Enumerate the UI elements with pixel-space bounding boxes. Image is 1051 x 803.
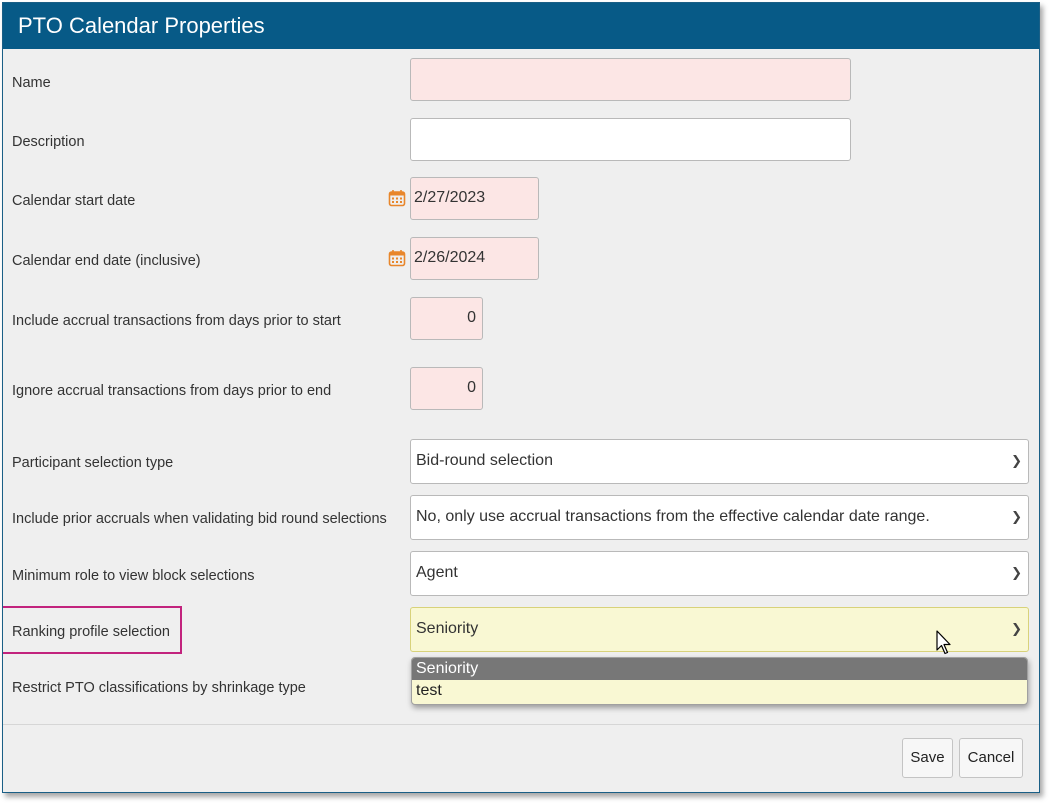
mouse-pointer-icon [936, 630, 952, 661]
end-date-input[interactable]: 2/26/2024 [410, 237, 539, 280]
min-role-value: Agent [416, 564, 458, 581]
dropdown-option-seniority[interactable]: Seniority [412, 658, 1027, 680]
participant-type-select[interactable]: Bid-round selection ❯ [410, 439, 1029, 484]
description-label: Description [12, 134, 85, 150]
name-label: Name [12, 75, 51, 91]
start-date-input[interactable]: 2/27/2023 [410, 177, 539, 220]
participant-type-label: Participant selection type [12, 455, 174, 471]
pto-calendar-properties-dialog: PTO Calendar Properties Name Description… [2, 2, 1040, 793]
prior-accruals-select[interactable]: No, only use accrual transactions from t… [410, 495, 1029, 540]
min-role-select[interactable]: Agent ❯ [410, 551, 1029, 596]
chevron-down-icon: ❯ [1011, 565, 1022, 580]
start-date-label: Calendar start date [12, 193, 136, 209]
name-input[interactable] [410, 58, 851, 101]
dialog-title: PTO Calendar Properties [3, 3, 1039, 49]
min-role-label: Minimum role to view block selections [12, 568, 255, 584]
ranking-profile-value: Seniority [416, 620, 479, 637]
accrual-prior-end-input[interactable]: 0 [410, 367, 483, 410]
description-input[interactable] [410, 118, 851, 161]
end-date-label: Calendar end date (inclusive) [12, 253, 201, 269]
ranking-profile-label: Ranking profile selection [12, 624, 170, 640]
accrual-prior-start-label: Include accrual transactions from days p… [12, 313, 341, 329]
cancel-button[interactable]: Cancel [959, 738, 1023, 778]
dropdown-option-test[interactable]: test [412, 680, 1027, 702]
calendar-icon[interactable] [388, 189, 406, 207]
prior-accruals-label: Include prior accruals when validating b… [12, 511, 387, 527]
accrual-prior-end-label: Ignore accrual transactions from days pr… [12, 383, 332, 399]
accrual-prior-start-input[interactable]: 0 [410, 297, 483, 340]
participant-type-value: Bid-round selection [416, 452, 553, 469]
footer-divider [3, 724, 1039, 725]
chevron-down-icon: ❯ [1011, 453, 1022, 468]
chevron-down-icon: ❯ [1011, 621, 1022, 636]
save-button[interactable]: Save [902, 738, 953, 778]
prior-accruals-value: No, only use accrual transactions from t… [416, 508, 930, 525]
ranking-profile-dropdown-list: Seniority test [411, 657, 1028, 705]
calendar-icon[interactable] [388, 249, 406, 267]
chevron-down-icon: ❯ [1011, 509, 1022, 524]
restrict-pto-label: Restrict PTO classifications by shrinkag… [12, 680, 306, 696]
